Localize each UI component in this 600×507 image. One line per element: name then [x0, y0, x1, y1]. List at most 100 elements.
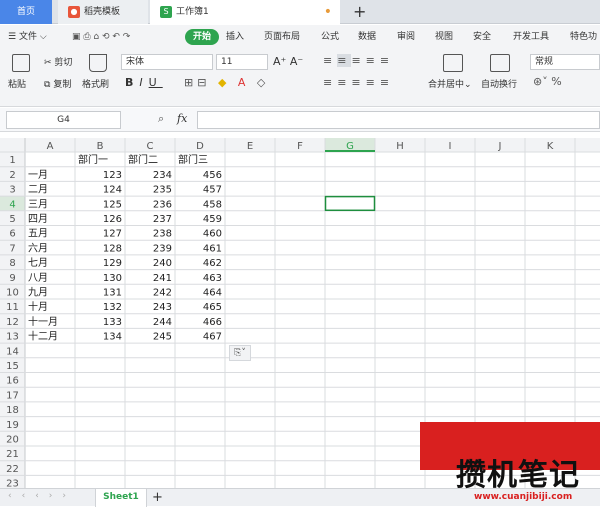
font-grow-shrink-icons[interactable]: A⁺ A⁻: [273, 56, 303, 68]
menu-security[interactable]: 安全: [473, 25, 491, 49]
row-header: 4: [9, 199, 15, 210]
formula-bar: G4 ⌕ fx: [0, 108, 600, 132]
sheet-tab[interactable]: Sheet1: [95, 489, 147, 507]
merge-center-icon[interactable]: [443, 54, 463, 72]
wrap-text-icon[interactable]: [490, 54, 510, 72]
format-painter-icon[interactable]: [89, 54, 107, 72]
bold-italic-underline-buttons[interactable]: BIU: [125, 77, 163, 89]
cell-value: 461: [203, 243, 222, 254]
copy-label: 复制: [53, 80, 72, 90]
tab-workbook[interactable]: S 工作簿1 •: [150, 0, 340, 24]
cell-value: 部门一: [78, 153, 108, 166]
row-header: 5: [9, 214, 15, 225]
menu-developer[interactable]: 开发工具: [513, 25, 549, 49]
copy-button[interactable]: ⧉ 复制: [44, 79, 71, 91]
merge-center-label: 合并居中: [428, 80, 465, 90]
column-header: H: [396, 141, 404, 152]
cell-value: 一月: [28, 169, 48, 181]
cell-value: 240: [153, 258, 172, 269]
fx-icon[interactable]: fx: [177, 112, 187, 125]
cell-value: 128: [103, 243, 122, 254]
cell-value: 134: [103, 332, 122, 343]
row-header: 15: [6, 361, 19, 372]
menu-features[interactable]: 特色功: [570, 25, 597, 49]
cell-value: 七月: [28, 257, 48, 269]
vertical-align-buttons[interactable]: ≡≡≡≡≡: [323, 54, 394, 67]
cell-value: 三月: [28, 198, 48, 210]
column-header: B: [97, 141, 104, 152]
cell-value: 十月: [28, 300, 48, 313]
tab-template[interactable]: ● 稻壳模板: [58, 0, 148, 24]
column-header: K: [547, 141, 554, 152]
row-header: 17: [6, 390, 19, 401]
menu-review[interactable]: 审阅: [397, 25, 415, 49]
menu-data[interactable]: 数据: [358, 25, 376, 49]
tab-home[interactable]: 首页: [0, 0, 52, 24]
cell-value: 五月: [28, 228, 48, 240]
cell-value: 二月: [28, 184, 48, 196]
cell-value: 十二月: [28, 330, 58, 343]
paste-button[interactable]: 粘贴: [8, 79, 26, 91]
border-fill-color-buttons[interactable]: ⊞⊟ ◆ A ◇: [184, 77, 269, 89]
menu-start[interactable]: 开始: [185, 29, 220, 45]
formula-input[interactable]: [197, 111, 600, 129]
cell-value: 464: [203, 288, 222, 299]
sheet-nav-arrows-icon[interactable]: ‹‹‹››: [8, 491, 76, 501]
cell-value: 九月: [28, 287, 48, 299]
row-header: 2: [9, 170, 15, 181]
add-tab-button[interactable]: +: [353, 0, 366, 24]
cell-value: 131: [103, 288, 122, 299]
cell-value: 466: [203, 317, 222, 328]
column-header: I: [449, 141, 452, 152]
cell-value: 237: [153, 214, 172, 225]
cell-value: 部门三: [178, 153, 208, 166]
cell-value: 460: [203, 229, 222, 240]
row-header: 8: [9, 258, 15, 269]
paste-options-icon[interactable]: ⎘˅: [229, 345, 251, 361]
paste-icon[interactable]: [12, 54, 30, 72]
row-header: 11: [6, 302, 19, 313]
row-header: 3: [9, 185, 15, 196]
row-header: 1: [9, 155, 15, 166]
menu-insert[interactable]: 插入: [226, 25, 244, 49]
cell-value: 458: [203, 199, 222, 210]
format-painter-button[interactable]: 格式刷: [82, 79, 109, 91]
column-header: E: [247, 141, 253, 152]
menu-bar: ☰ 文件 ⌵ ▣ ⎙ ⌂ ⟲ ↶ ↷ 开始 插入 页面布局 公式 数据 审阅 视…: [0, 25, 600, 49]
menu-formulas[interactable]: 公式: [321, 25, 339, 49]
menu-page-layout[interactable]: 页面布局: [264, 25, 300, 49]
font-size-select[interactable]: 11: [216, 54, 268, 70]
cell-value: 123: [103, 170, 122, 181]
column-header: D: [196, 141, 204, 152]
horizontal-align-buttons[interactable]: ≡≡≡≡≡: [323, 77, 394, 89]
currency-percent-icons[interactable]: ⊛˅ %: [533, 76, 562, 88]
name-box[interactable]: G4: [6, 111, 121, 129]
menu-file[interactable]: ☰ 文件 ⌵: [8, 25, 47, 49]
cell-value: 四月: [28, 213, 48, 225]
menu-view[interactable]: 视图: [435, 25, 453, 49]
row-header: 21: [6, 449, 19, 460]
cell-value: 238: [153, 229, 172, 240]
cell-value: 129: [103, 258, 122, 269]
cut-label: 剪切: [54, 58, 73, 68]
cell-value: 十一月: [28, 315, 58, 328]
font-name-select[interactable]: 宋体: [121, 54, 213, 70]
cell-value: 125: [103, 199, 122, 210]
cell-value: 457: [203, 185, 222, 196]
cell-value: 244: [153, 317, 172, 328]
wrap-text-button[interactable]: 自动换行: [481, 79, 517, 91]
quick-access-icons[interactable]: ▣ ⎙ ⌂ ⟲ ↶ ↷: [72, 25, 130, 49]
zoom-icon[interactable]: ⌕: [158, 112, 164, 126]
watermark-logo: 攒机笔记 www.cuanjibiji.com: [420, 422, 600, 506]
row-header: 19: [6, 420, 19, 431]
row-header: 7: [9, 243, 15, 254]
merge-center-button[interactable]: 合并居中⌄: [428, 79, 472, 91]
column-header: J: [498, 141, 502, 152]
cell-value: 130: [103, 273, 122, 284]
docer-icon: ●: [68, 5, 80, 18]
row-header: 12: [6, 317, 19, 328]
add-sheet-button[interactable]: +: [152, 489, 163, 506]
number-format-select[interactable]: 常规: [530, 54, 600, 70]
cell-value: 124: [103, 185, 122, 196]
cut-button[interactable]: ✂ 剪切: [44, 57, 72, 69]
